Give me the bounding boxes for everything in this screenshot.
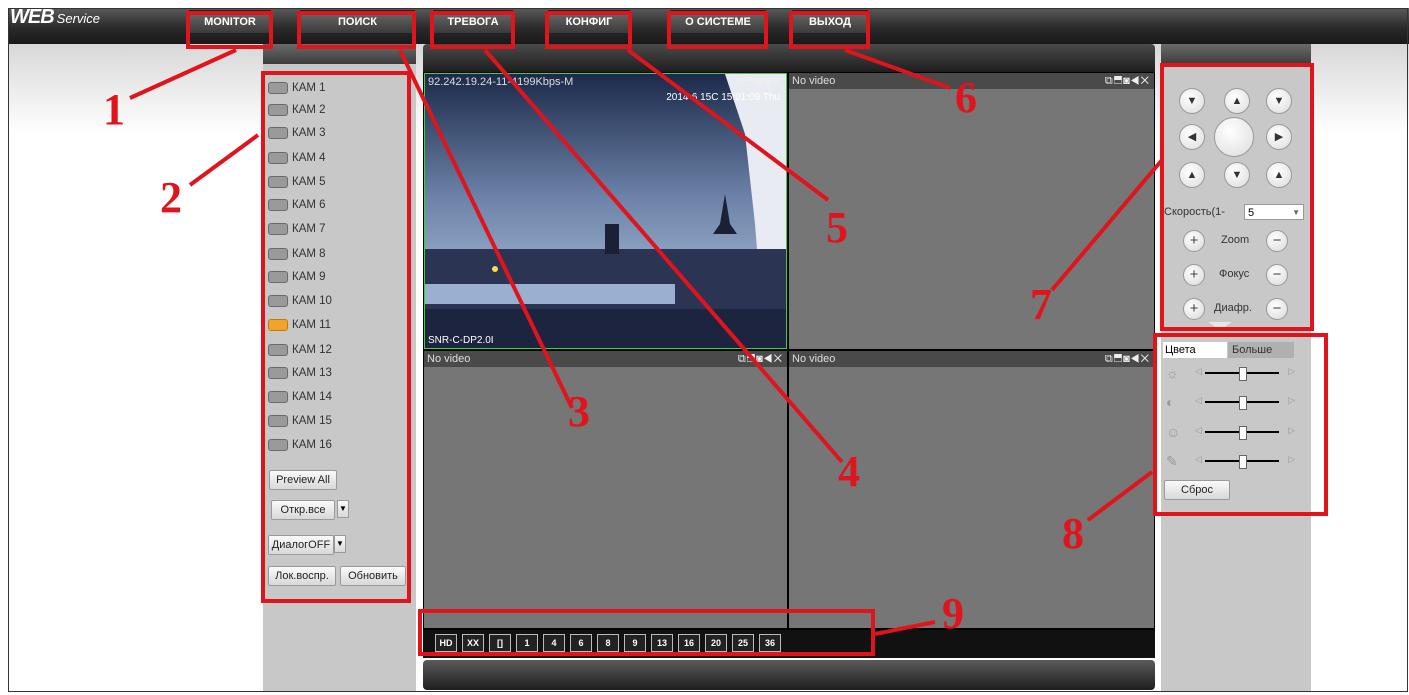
annotation-label-4: 4	[838, 447, 860, 496]
annotation-label-9: 9	[942, 589, 964, 638]
annotation-label-2: 2	[160, 173, 182, 222]
annotation-lines	[129, 48, 1164, 636]
annotation-label-3: 3	[568, 387, 590, 436]
annotation-label-8: 8	[1062, 509, 1084, 558]
annotation-label-1: 1	[103, 85, 125, 134]
annotation-label-6: 6	[955, 73, 977, 122]
annotation-label-7: 7	[1030, 280, 1052, 329]
annotation-label-5: 5	[826, 203, 848, 252]
